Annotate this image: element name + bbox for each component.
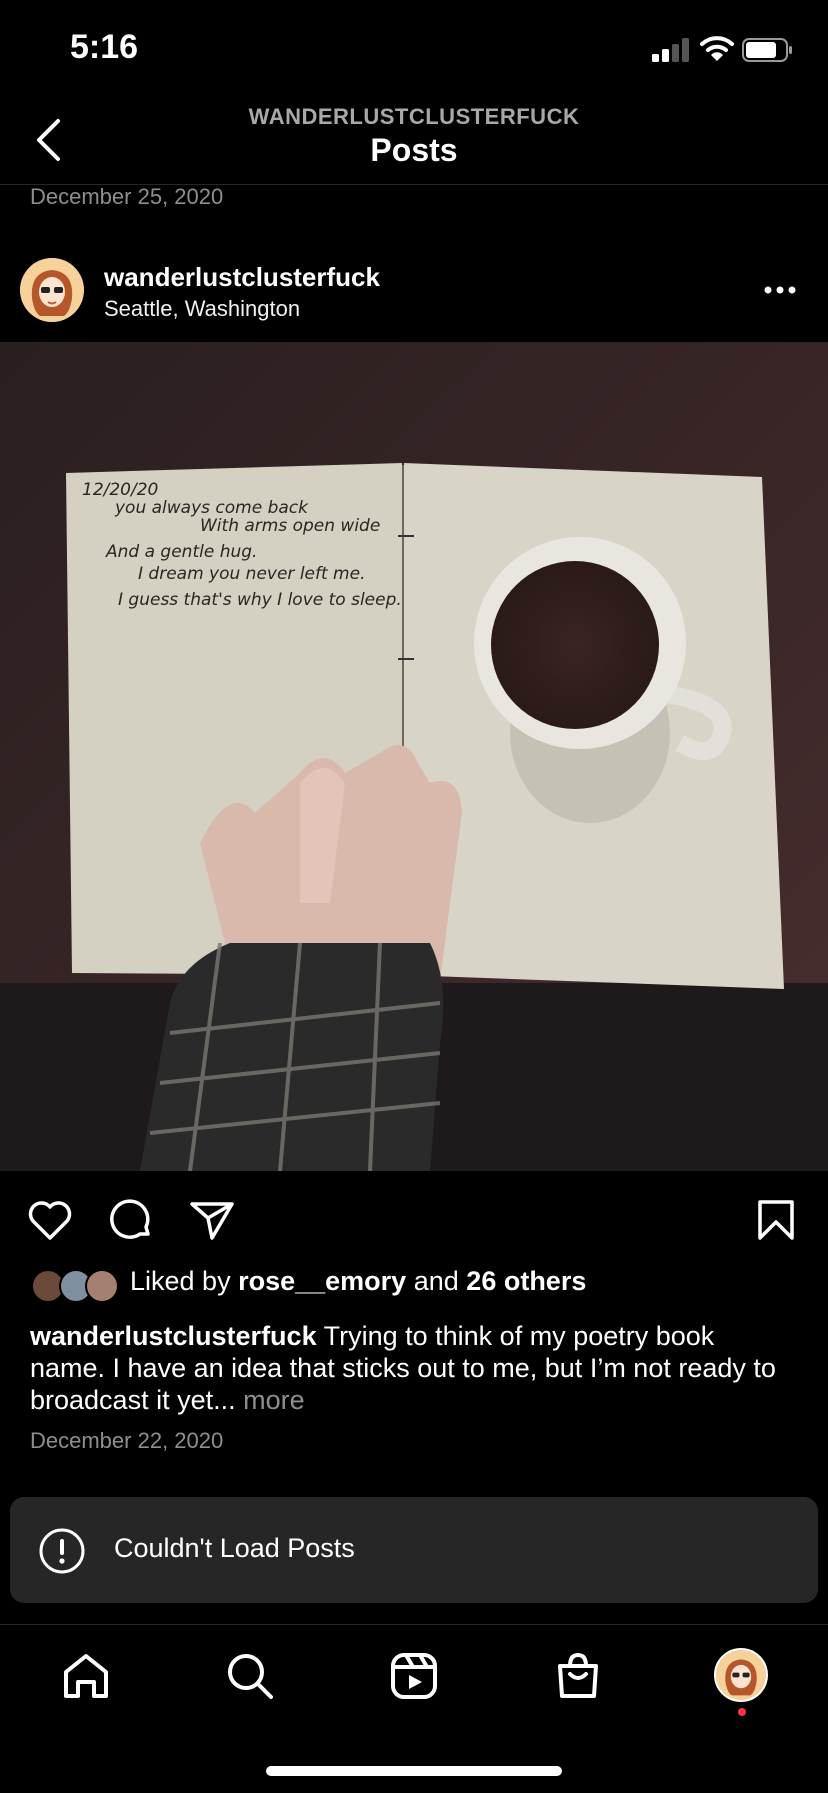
photo-line-5: I guess that's why I love to sleep.: [118, 590, 402, 610]
toast-message: Couldn't Load Posts: [114, 1533, 355, 1563]
liked-by-others[interactable]: 26 others: [466, 1266, 586, 1296]
photo-line-1: you always come back: [114, 498, 309, 518]
profile-tab-avatar[interactable]: [714, 1648, 768, 1702]
cellular-signal-icon: [652, 38, 689, 62]
post-photo[interactable]: 12/20/20 you always come back With arms …: [0, 343, 828, 1171]
liked-by-prefix: Liked by: [130, 1266, 231, 1296]
liked-by-user[interactable]: rose__emory: [238, 1266, 406, 1296]
post-caption: wanderlustclusterfuck Trying to think of…: [30, 1320, 790, 1416]
error-toast: Couldn't Load Posts: [10, 1497, 818, 1603]
home-icon[interactable]: [60, 1650, 112, 1702]
avatar[interactable]: [20, 258, 84, 322]
shopping-bag-icon[interactable]: [552, 1650, 604, 1702]
post-date: December 22, 2020: [30, 1428, 224, 1453]
search-icon[interactable]: [224, 1650, 276, 1702]
page-title: Posts: [370, 132, 458, 168]
liked-by-text[interactable]: Liked by rose__emory and 26 others: [130, 1266, 586, 1297]
header-username: WANDERLUSTCLUSTERFUCK: [248, 104, 580, 129]
status-time: 5:16: [70, 28, 139, 66]
previous-post-date: December 25, 2020: [30, 184, 224, 209]
more-horizontal-icon[interactable]: [760, 276, 800, 304]
post-username[interactable]: wanderlustclusterfuck: [104, 262, 380, 293]
photo-line-3: And a gentle hug.: [105, 542, 257, 562]
paper-plane-icon[interactable]: [188, 1196, 236, 1244]
photo-line-4: I dream you never left me.: [138, 564, 365, 584]
liker-avatars[interactable]: [30, 1268, 120, 1304]
caption-username[interactable]: wanderlustclusterfuck: [30, 1321, 317, 1351]
profile-avatar-illustration: [716, 1650, 766, 1700]
bookmark-icon[interactable]: [752, 1196, 800, 1244]
post-location[interactable]: Seattle, Washington: [104, 296, 300, 322]
battery-icon: [742, 38, 792, 62]
reels-icon[interactable]: [388, 1650, 440, 1702]
wifi-icon: [700, 36, 734, 61]
photo-line-2: With arms open wide: [200, 516, 380, 536]
photo-date-text: 12/20/20: [82, 480, 158, 500]
home-indicator[interactable]: [266, 1766, 562, 1776]
exclamation-circle-icon: [39, 1528, 85, 1574]
comment-icon[interactable]: [108, 1196, 156, 1244]
caption-more-link[interactable]: more: [243, 1385, 305, 1415]
avatar-illustration: [20, 258, 84, 322]
liked-by-and: and: [413, 1266, 459, 1296]
notebook-coffee-photo: 12/20/20 you always come back With arms …: [0, 343, 828, 1171]
heart-icon[interactable]: [26, 1196, 74, 1244]
notification-dot: [738, 1708, 746, 1716]
